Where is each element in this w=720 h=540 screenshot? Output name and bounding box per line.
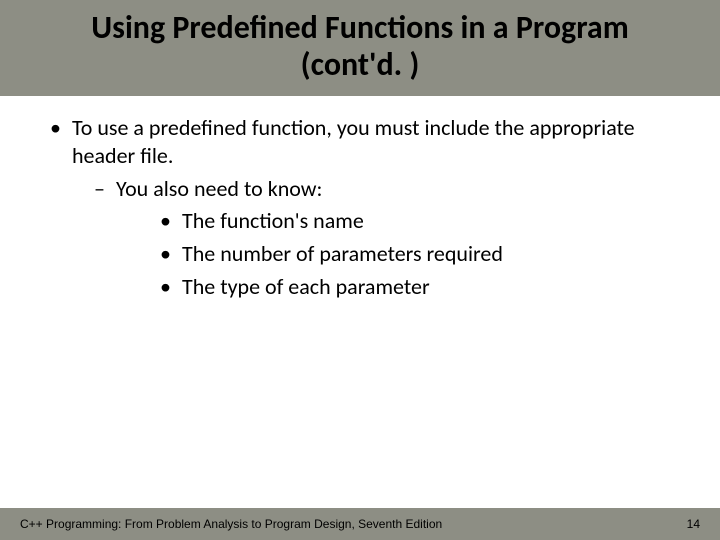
bullet-list-level1: To use a predefined function, you must i… xyxy=(50,114,680,302)
bullet-list-level2: You also need to know: The function's na… xyxy=(72,175,680,301)
list-item-text: You also need to know: xyxy=(116,175,322,202)
list-item-text: The function's name xyxy=(182,207,364,234)
list-item: The function's name xyxy=(116,207,680,236)
list-item-text: To use a predefined function, you must i… xyxy=(72,114,635,170)
slide-body: To use a predefined function, you must i… xyxy=(0,96,720,508)
list-item: To use a predefined function, you must i… xyxy=(50,114,680,302)
list-item-text: The type of each parameter xyxy=(182,273,430,300)
list-item: You also need to know: The function's na… xyxy=(72,175,680,301)
list-item: The type of each parameter xyxy=(116,273,680,302)
footer-text: C++ Programming: From Problem Analysis t… xyxy=(20,517,442,531)
slide: Using Predefined Functions in a Program … xyxy=(0,0,720,540)
bullet-list-level3: The function's name The number of parame… xyxy=(116,207,680,301)
list-item: The number of parameters required xyxy=(116,240,680,269)
slide-number: 14 xyxy=(687,517,700,531)
slide-title: Using Predefined Functions in a Program … xyxy=(0,10,720,84)
title-bar: Using Predefined Functions in a Program … xyxy=(0,0,720,96)
list-item-text: The number of parameters required xyxy=(182,240,503,267)
footer-bar: C++ Programming: From Problem Analysis t… xyxy=(0,508,720,540)
